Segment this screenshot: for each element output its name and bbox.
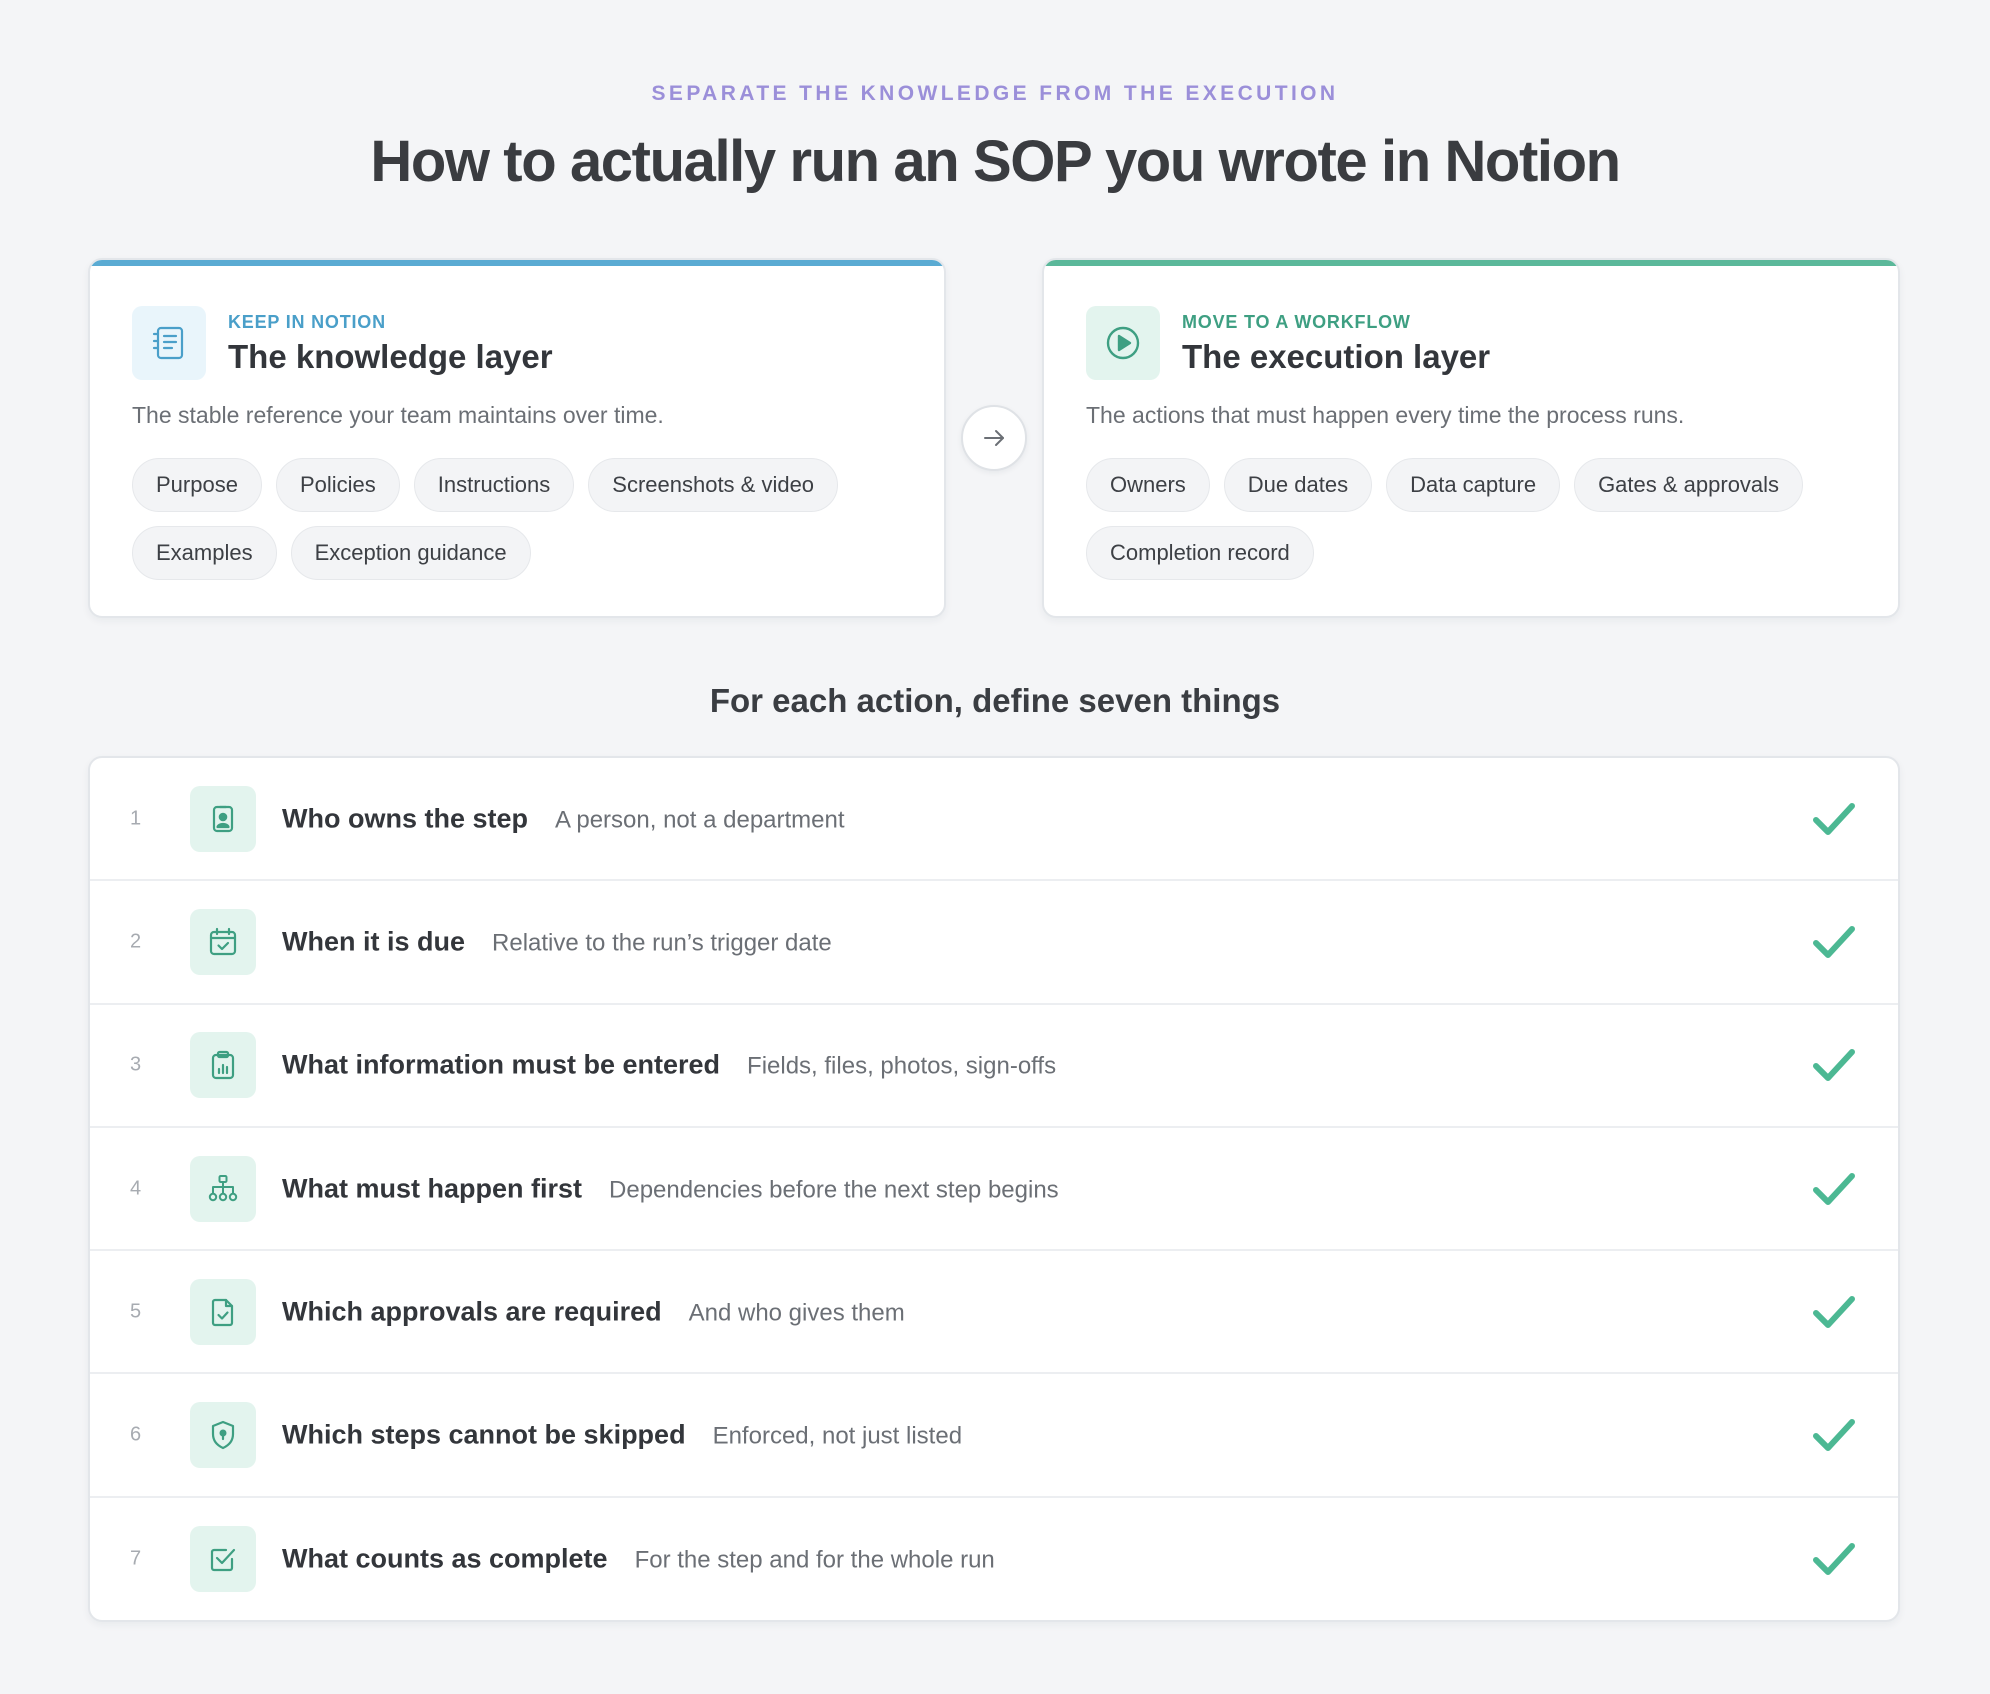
chip-due-dates: Due dates	[1223, 458, 1373, 512]
execution-layer-card: MOVE TO A WORKFLOW The execution layer T…	[1042, 258, 1900, 618]
arrow-connector	[961, 405, 1027, 471]
seven-things-list: 1 Who owns the step A person, not a depa…	[88, 756, 1900, 1622]
list-item: 2 When it is due Relative to the run’s t…	[90, 881, 1898, 1005]
check-icon	[1810, 1411, 1858, 1459]
check-icon	[1810, 795, 1858, 843]
chip-data-capture: Data capture	[1386, 458, 1561, 512]
check-icon	[1810, 1165, 1858, 1213]
item-number: 1	[130, 807, 142, 830]
play-circle-icon	[1086, 306, 1160, 380]
chip-policies: Policies	[275, 458, 400, 512]
item-number: 5	[130, 1300, 142, 1323]
list-item: 5 Which approvals are required And who g…	[90, 1251, 1898, 1375]
item-number: 6	[130, 1423, 142, 1446]
execution-chip-list: Owners Due dates Data capture Gates & ap…	[1086, 458, 1868, 580]
document-list-icon	[132, 306, 206, 380]
chip-screenshots-video: Screenshots & video	[588, 458, 839, 512]
check-icon	[1810, 1288, 1858, 1336]
list-item: 3 What information must be entered Field…	[90, 1005, 1898, 1128]
shield-lock-icon	[190, 1402, 256, 1469]
knowledge-title: The knowledge layer	[228, 338, 553, 375]
chip-gates-approvals: Gates & approvals	[1574, 458, 1804, 512]
chip-completion-record: Completion record	[1086, 526, 1314, 580]
list-item: 1 Who owns the step A person, not a depa…	[90, 758, 1898, 882]
knowledge-layer-card: KEEP IN NOTION The knowledge layer The s…	[88, 258, 946, 618]
execution-title: The execution layer	[1182, 338, 1491, 375]
item-number: 2	[130, 930, 142, 953]
item-subtitle: Relative to the run’s trigger date	[492, 929, 832, 957]
item-title: Which approvals are required	[282, 1296, 662, 1327]
item-title: What counts as complete	[282, 1543, 608, 1574]
item-subtitle: Enforced, not just listed	[712, 1422, 963, 1450]
arrow-right-icon	[984, 430, 1004, 446]
file-check-icon	[190, 1278, 256, 1345]
item-title: What information must be entered	[282, 1049, 721, 1080]
item-subtitle: And who gives them	[688, 1299, 905, 1327]
section-title: For each action, define seven things	[709, 682, 1281, 719]
knowledge-description: The stable reference your team maintains…	[132, 402, 664, 428]
clipboard-chart-icon	[190, 1032, 256, 1099]
item-number: 3	[130, 1053, 142, 1076]
person-badge-icon	[190, 785, 256, 852]
chip-purpose: Purpose	[132, 458, 262, 512]
hierarchy-icon	[190, 1155, 256, 1222]
item-subtitle: Fields, files, photos, sign-offs	[747, 1052, 1057, 1080]
item-title: Which steps cannot be skipped	[282, 1419, 686, 1450]
page-title: How to actually run an SOP you wrote in …	[370, 129, 1621, 194]
list-item: 6 Which steps cannot be skipped Enforced…	[90, 1374, 1898, 1498]
chip-exception-guidance: Exception guidance	[290, 526, 531, 580]
check-icon	[1810, 918, 1858, 966]
item-title: What must happen first	[282, 1173, 583, 1204]
list-item: 7 What counts as complete For the step a…	[90, 1498, 1898, 1620]
execution-description: The actions that must happen every time …	[1086, 402, 1685, 428]
calendar-check-icon	[190, 908, 256, 975]
check-icon	[1810, 1535, 1858, 1583]
knowledge-chip-list: Purpose Policies Instructions Screenshot…	[132, 458, 914, 580]
chip-instructions: Instructions	[413, 458, 575, 512]
checkbox-icon	[190, 1526, 256, 1593]
item-subtitle: For the step and for the whole run	[634, 1546, 995, 1574]
knowledge-kicker: KEEP IN NOTION	[228, 312, 386, 332]
eyebrow-label: SEPARATE THE KNOWLEDGE FROM THE EXECUTIO…	[651, 82, 1339, 105]
item-subtitle: Dependencies before the next step begins	[609, 1176, 1059, 1204]
check-icon	[1810, 1041, 1858, 1089]
execution-kicker: MOVE TO A WORKFLOW	[1182, 312, 1411, 332]
item-subtitle: A person, not a department	[555, 806, 845, 834]
item-number: 7	[130, 1547, 142, 1570]
item-number: 4	[130, 1177, 142, 1200]
chip-examples: Examples	[132, 526, 277, 580]
list-item: 4 What must happen first Dependencies be…	[90, 1128, 1898, 1252]
chip-owners: Owners	[1086, 458, 1210, 512]
item-title: When it is due	[282, 926, 466, 957]
item-title: Who owns the step	[282, 803, 528, 834]
